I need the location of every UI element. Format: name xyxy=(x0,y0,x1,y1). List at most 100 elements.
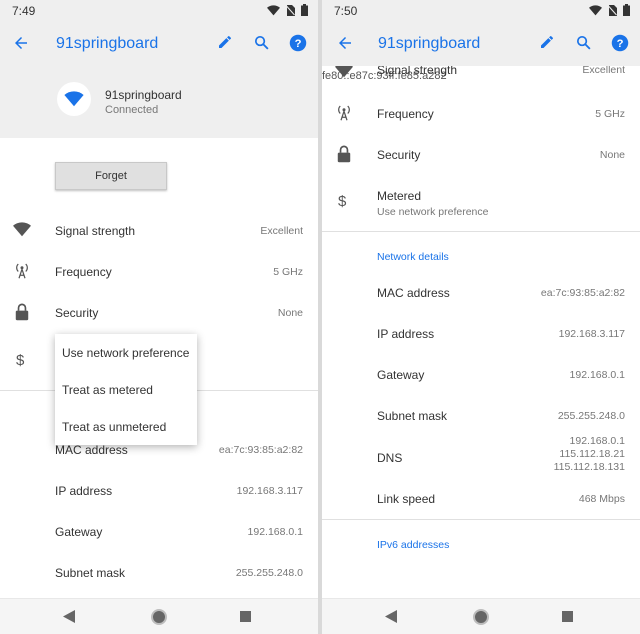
row-value: 255.255.248.0 xyxy=(235,567,303,579)
nav-back-icon[interactable] xyxy=(63,610,75,623)
back-arrow-icon[interactable] xyxy=(12,34,30,52)
dns-value-3: 115.112.18.131 xyxy=(553,461,625,473)
mac-address-row: MAC address ea:7c:93:85:a2:82 xyxy=(322,284,640,304)
nav-home-icon[interactable] xyxy=(473,609,489,625)
antenna-icon xyxy=(16,263,28,279)
row-label: Security xyxy=(55,306,99,320)
row-label: Gateway xyxy=(55,525,103,539)
row-label: Signal strength xyxy=(377,66,458,77)
divider xyxy=(322,519,640,520)
scroll-area[interactable]: Signal strength Excellent Frequency 5 GH… xyxy=(322,66,640,598)
wifi-status-icon xyxy=(267,4,280,15)
network-details-header: Network details xyxy=(377,251,449,263)
status-time: 7:49 xyxy=(12,4,36,18)
forget-button[interactable]: Forget xyxy=(55,162,167,190)
dns-row: DNS 192.168.0.1 115.112.18.21 115.112.18… xyxy=(322,435,640,477)
row-value: 192.168.3.117 xyxy=(236,485,303,497)
row-value: Excellent xyxy=(260,225,303,237)
status-bar: 7:50 xyxy=(322,0,640,22)
no-sim-icon xyxy=(608,4,617,16)
status-icons xyxy=(589,4,630,16)
nav-home-icon[interactable] xyxy=(151,609,167,625)
right-screen: 7:50 91springboard ? Signal strength Exc… xyxy=(322,0,640,634)
subnet-mask-row: Subnet mask 255.255.248.0 xyxy=(322,407,640,427)
nav-recents-icon[interactable] xyxy=(562,611,573,622)
wifi-status-icon xyxy=(589,4,602,15)
metered-sub: Use network preference xyxy=(377,206,489,218)
security-row: Security None xyxy=(0,302,318,324)
frequency-row: Frequency 5 GHz xyxy=(322,103,640,125)
search-icon[interactable] xyxy=(575,34,592,51)
help-icon[interactable]: ? xyxy=(289,34,307,52)
page-title: 91springboard xyxy=(378,35,481,52)
row-value: ea:7c:93:85:a2:82 xyxy=(218,444,303,456)
row-value: 468 Mbps xyxy=(578,493,625,505)
ip-address-row: IP address 192.168.3.117 xyxy=(0,481,318,503)
nav-back-icon[interactable] xyxy=(385,610,397,623)
network-name: 91springboard xyxy=(105,88,182,102)
app-bar: 91springboard ? xyxy=(322,22,640,66)
status-time: 7:50 xyxy=(334,4,358,18)
network-header: 91springboard Connected xyxy=(0,66,318,138)
no-sim-icon xyxy=(286,4,295,16)
edit-icon[interactable] xyxy=(217,34,233,50)
lock-icon xyxy=(15,303,29,321)
dns-value-2: 115.112.18.21 xyxy=(559,448,625,460)
row-value: 5 GHz xyxy=(595,108,625,120)
row-label: Signal strength xyxy=(55,224,136,238)
help-icon[interactable]: ? xyxy=(611,34,629,52)
row-label: Subnet mask xyxy=(377,409,448,423)
row-value: None xyxy=(277,307,303,319)
metered-options-menu: Use network preference Treat as metered … xyxy=(55,334,197,445)
battery-icon xyxy=(301,4,308,16)
row-value: Excellent xyxy=(582,66,625,76)
svg-text:?: ? xyxy=(295,38,302,50)
row-value: 192.168.0.1 xyxy=(569,369,625,381)
wifi-icon xyxy=(64,91,84,107)
row-value: 5 GHz xyxy=(273,266,303,278)
row-label: Frequency xyxy=(377,107,434,121)
row-label: IP address xyxy=(377,327,435,341)
metered-row[interactable]: $ Metered Use network preference xyxy=(322,186,640,220)
search-icon[interactable] xyxy=(253,34,270,51)
dollar-icon: $ xyxy=(16,352,25,369)
network-icon-circle xyxy=(57,82,91,116)
antenna-icon xyxy=(338,105,350,121)
option-treat-as-metered[interactable]: Treat as metered xyxy=(62,383,153,397)
edit-icon[interactable] xyxy=(539,34,555,50)
link-speed-row: Link speed 468 Mbps xyxy=(322,490,640,510)
security-row: Security None xyxy=(322,144,640,166)
svg-text:?: ? xyxy=(617,38,624,50)
row-label: Gateway xyxy=(377,368,425,382)
signal-strength-row: Signal strength Excellent xyxy=(0,220,318,242)
back-arrow-icon[interactable] xyxy=(336,34,354,52)
row-label: Security xyxy=(377,148,421,162)
dollar-icon: $ xyxy=(338,193,347,210)
dns-value-1: 192.168.0.1 xyxy=(569,435,625,447)
gateway-row: Gateway 192.168.0.1 xyxy=(322,366,640,386)
row-label: MAC address xyxy=(55,443,128,457)
navigation-bar xyxy=(322,598,640,634)
row-label: IP address xyxy=(55,484,113,498)
left-screen: 7:49 91springboard ? 91springboard Conne… xyxy=(0,0,318,634)
ipv6-addresses-header: IPv6 addresses xyxy=(377,539,450,551)
network-status: Connected xyxy=(105,104,159,116)
row-label: Subnet mask xyxy=(55,566,126,580)
status-icons xyxy=(267,4,308,16)
page-title: 91springboard xyxy=(56,35,159,52)
wifi-icon xyxy=(13,222,31,237)
row-value: ea:7c:93:85:a2:82 xyxy=(540,287,625,299)
row-value: 192.168.3.117 xyxy=(558,328,625,340)
lock-icon xyxy=(337,145,351,163)
row-value: None xyxy=(599,149,625,161)
metered-label: Metered xyxy=(377,189,422,203)
status-bar: 7:49 xyxy=(0,0,318,22)
option-treat-as-unmetered[interactable]: Treat as unmetered xyxy=(62,420,166,434)
ip-address-row: IP address 192.168.3.117 xyxy=(322,325,640,345)
nav-recents-icon[interactable] xyxy=(240,611,251,622)
row-value: 255.255.248.0 xyxy=(557,410,625,422)
row-label: Link speed xyxy=(377,492,436,506)
row-label: MAC address xyxy=(377,286,450,300)
row-value: 192.168.0.1 xyxy=(247,526,303,538)
option-use-network-preference[interactable]: Use network preference xyxy=(62,346,189,360)
